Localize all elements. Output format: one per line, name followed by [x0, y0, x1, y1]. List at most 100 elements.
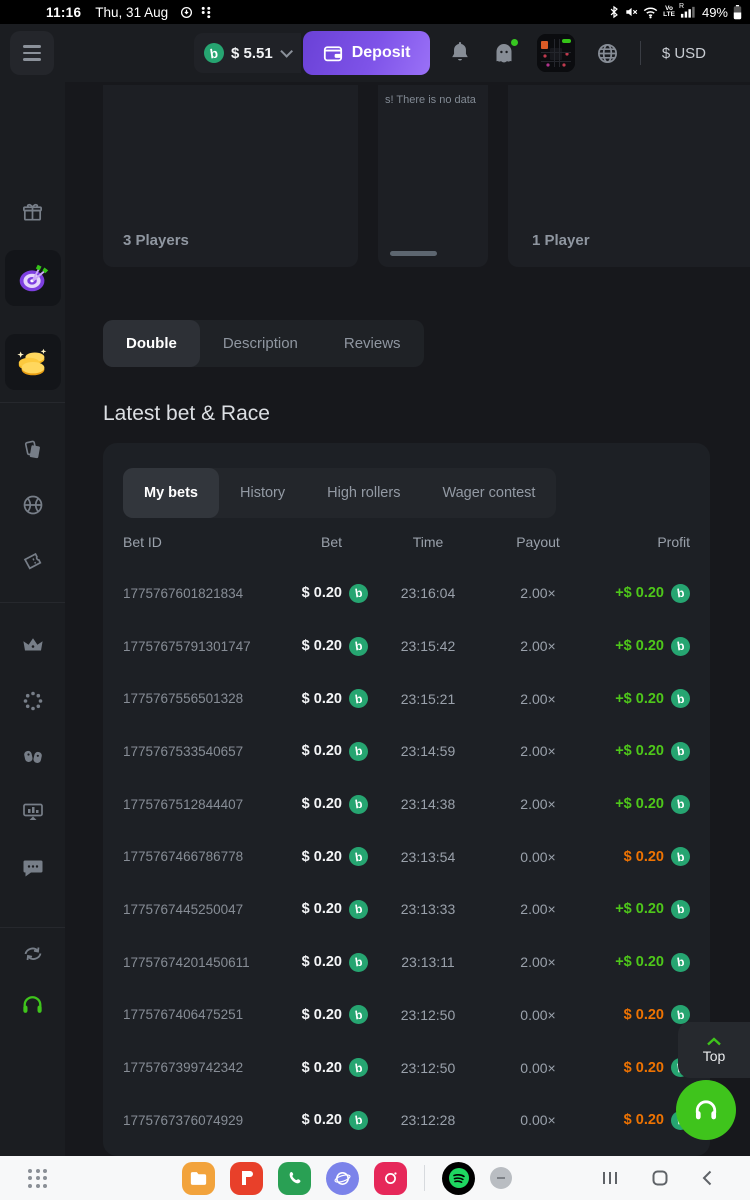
col-bet: Bet — [278, 534, 368, 550]
sidebar-item-battles[interactable] — [0, 745, 65, 769]
volte-badge: Vo LTE — [663, 6, 675, 18]
bet-time: 23:12:50 — [368, 1007, 488, 1023]
avatar[interactable] — [537, 34, 575, 72]
bet-time: 23:12:28 — [368, 1112, 488, 1128]
divider — [0, 927, 65, 928]
sidebar — [0, 82, 65, 1156]
app-icon-internet[interactable] — [326, 1162, 359, 1195]
table-row[interactable]: 1775767533540657 $ 0.20 23:14:59 2.00× +… — [123, 725, 690, 778]
sidebar-item-community[interactable] — [0, 689, 65, 713]
app-icon-red[interactable] — [230, 1162, 263, 1195]
currency-selector[interactable]: $ USD — [662, 45, 706, 62]
bet-amount: $ 0.20 — [302, 691, 342, 707]
tab-double[interactable]: Double — [103, 320, 200, 367]
volume-muted-icon — [624, 5, 638, 19]
app-icon-phone[interactable] — [278, 1162, 311, 1195]
bet-payout: 2.00× — [488, 796, 588, 812]
bet-amount: $ 0.20 — [302, 1007, 342, 1023]
sidebar-item-sports[interactable] — [0, 493, 65, 517]
coin-icon — [349, 953, 368, 972]
notifications-button[interactable] — [449, 41, 471, 65]
sidebar-item-originals[interactable] — [0, 250, 65, 306]
ticket-icon — [21, 549, 45, 573]
tab-description[interactable]: Description — [200, 320, 321, 367]
table-row[interactable]: 1775767376074929 $ 0.20 23:12:28 0.00× $… — [123, 1094, 690, 1147]
menu-button[interactable] — [10, 31, 54, 75]
screen: 11:16 Thu, 31 Aug Vo LTE R 49% — [0, 0, 750, 1200]
coin-icon — [671, 742, 690, 761]
tab-history[interactable]: History — [219, 468, 306, 518]
app-icon-spotify[interactable] — [442, 1162, 475, 1195]
table-row[interactable]: 1775767399742342 $ 0.20 23:12:50 0.00× $… — [123, 1041, 690, 1094]
bet-profit: $ 0.20 — [624, 849, 664, 865]
table-row[interactable]: 1775767445250047 $ 0.20 23:13:33 2.00× +… — [123, 883, 690, 936]
sidebar-item-bonus[interactable] — [0, 201, 65, 224]
coin-icon — [349, 900, 368, 919]
bet-id: 1775767512844407 — [123, 797, 255, 812]
app-icon-recent[interactable] — [490, 1167, 512, 1189]
table-row[interactable]: 1775767406475251 $ 0.20 23:12:50 0.00× $… — [123, 989, 690, 1042]
game-card-right[interactable]: 1 Player — [508, 85, 750, 267]
bet-payout: 2.00× — [488, 743, 588, 759]
game-card-middle[interactable]: s! There is no data — [378, 85, 488, 267]
table-row[interactable]: 1775767512844407 $ 0.20 23:14:38 2.00× +… — [123, 778, 690, 831]
sidebar-item-affiliate[interactable] — [0, 941, 65, 965]
coin-icon — [349, 689, 368, 708]
bet-profit: +$ 0.20 — [615, 954, 664, 970]
bet-amount: $ 0.20 — [302, 743, 342, 759]
bet-profit: $ 0.20 — [624, 1112, 664, 1128]
app-icon-files[interactable] — [182, 1162, 215, 1195]
table-row[interactable]: 17757675791301747 $ 0.20 23:15:42 2.00× … — [123, 620, 690, 673]
recents-button[interactable] — [602, 1171, 618, 1185]
bet-time: 23:16:04 — [368, 585, 488, 601]
gold-coins-icon — [14, 343, 52, 381]
back-to-top-label: Top — [703, 1048, 726, 1064]
coin-icon — [349, 795, 368, 814]
bets-panel: My bets History High rollers Wager conte… — [103, 443, 710, 1156]
headphones-icon — [20, 992, 45, 1017]
sidebar-item-casino[interactable] — [0, 438, 65, 461]
back-button[interactable] — [702, 1170, 712, 1186]
table-row[interactable]: 1775767466786778 $ 0.20 23:13:54 0.00× $… — [123, 830, 690, 883]
bet-id: 1775767556501328 — [123, 691, 255, 706]
sidebar-item-lottery[interactable] — [0, 549, 65, 573]
language-button[interactable] — [596, 42, 619, 65]
apps-grid-button[interactable] — [28, 1169, 47, 1188]
bet-amount: $ 0.20 — [302, 1112, 342, 1128]
balance-amount: $ 5.51 — [231, 45, 273, 62]
chat-button[interactable] — [492, 41, 516, 66]
sidebar-item-vip[interactable] — [0, 633, 65, 657]
tab-wager-contest[interactable]: Wager contest — [421, 468, 556, 518]
deposit-button[interactable]: Deposit — [303, 31, 431, 75]
back-to-top-button[interactable]: Top — [678, 1022, 750, 1078]
sidebar-item-desktop[interactable] — [0, 800, 65, 824]
sidebar-item-forum[interactable] — [0, 856, 65, 880]
game-card-left[interactable]: 3 Players — [103, 85, 358, 267]
bet-payout: 0.00× — [488, 1060, 588, 1076]
coin-icon — [671, 637, 690, 656]
home-button[interactable] — [652, 1170, 668, 1186]
sidebar-item-support[interactable] — [0, 992, 65, 1017]
bet-payout: 2.00× — [488, 585, 588, 601]
scrollbar-thumb[interactable] — [390, 251, 437, 256]
deposit-label: Deposit — [352, 44, 411, 62]
bet-profit: +$ 0.20 — [615, 691, 664, 707]
bet-time: 23:15:21 — [368, 691, 488, 707]
table-row[interactable]: 17757674201450611 $ 0.20 23:13:11 2.00× … — [123, 936, 690, 989]
bet-amount: $ 0.20 — [302, 585, 342, 601]
balance-selector[interactable]: $ 5.51 — [194, 33, 301, 73]
bet-id: 17757674201450611 — [123, 955, 255, 970]
table-row[interactable]: 1775767601821834 $ 0.20 23:16:04 2.00× +… — [123, 567, 690, 620]
table-row[interactable]: 1775767556501328 $ 0.20 23:15:21 2.00× +… — [123, 672, 690, 725]
support-fab[interactable] — [676, 1080, 736, 1140]
coin-icon — [671, 847, 690, 866]
app-icon-camera[interactable] — [374, 1162, 407, 1195]
tab-reviews[interactable]: Reviews — [321, 320, 424, 367]
sidebar-item-coins[interactable] — [0, 334, 65, 390]
coin-icon — [671, 689, 690, 708]
tab-my-bets[interactable]: My bets — [123, 468, 219, 518]
bet-id: 1775767445250047 — [123, 902, 255, 917]
bet-amount: $ 0.20 — [302, 638, 342, 654]
tab-high-rollers[interactable]: High rollers — [306, 468, 421, 518]
game-tabs: Double Description Reviews — [103, 320, 424, 367]
